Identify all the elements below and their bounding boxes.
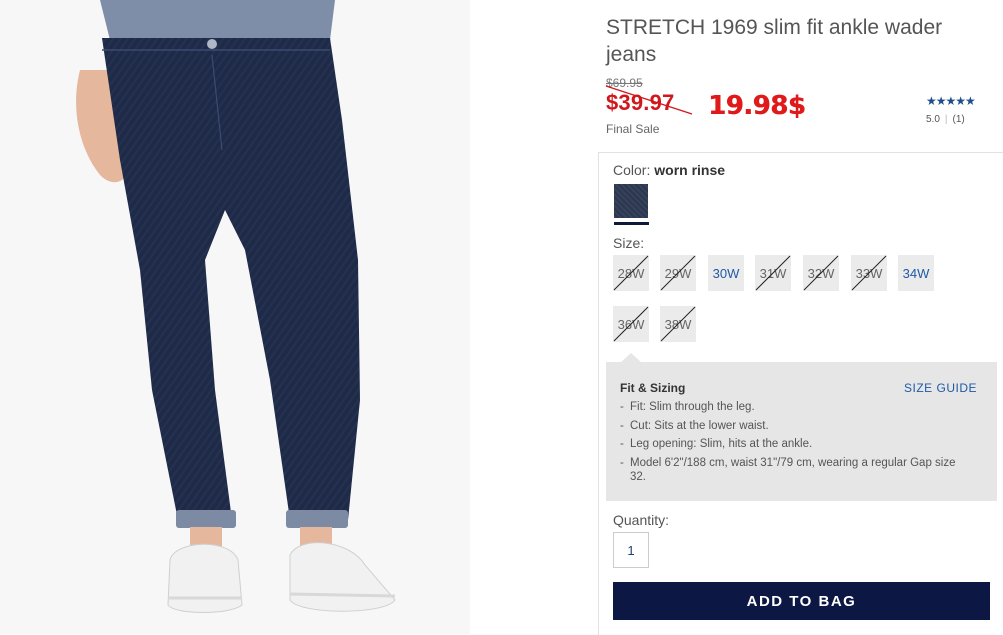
size-option-label: 29W xyxy=(664,265,692,281)
fit-detail-item: Leg opening: Slim, hits at the ankle. xyxy=(620,437,970,451)
fit-detail-item: Fit: Slim through the leg. xyxy=(620,400,970,414)
add-to-bag-button[interactable]: ADD TO BAG xyxy=(613,582,990,620)
handwritten-price: 19.98$ xyxy=(708,91,806,121)
size-label: Size: xyxy=(613,235,645,251)
size-28w-button[interactable]: 28W xyxy=(613,255,649,291)
size-option-label: 33W xyxy=(855,265,883,281)
fit-details-list: Fit: Slim through the leg. Cut: Sits at … xyxy=(620,400,970,488)
size-option-label: 36W xyxy=(617,316,645,332)
star-rating-icon: ★★★★★ xyxy=(926,94,976,108)
final-sale-label: Final Sale xyxy=(606,122,660,136)
rating[interactable]: ★★★★★ 5.0 | (1) xyxy=(926,94,988,125)
size-option-label: 30W xyxy=(712,265,740,281)
size-option-label: 28W xyxy=(617,265,645,281)
sale-price: $39.97 xyxy=(606,90,675,115)
rating-summary: 5.0 | (1) xyxy=(926,114,988,125)
color-label: Color: worn rinse xyxy=(613,162,725,178)
size-option-label: 32W xyxy=(807,265,835,281)
size-34w-button[interactable]: 34W xyxy=(898,255,934,291)
color-label-text: Color: xyxy=(613,162,651,178)
divider: | xyxy=(944,114,948,125)
fit-sizing-title: Fit & Sizing xyxy=(620,381,686,395)
size-31w-button[interactable]: 31W xyxy=(755,255,791,291)
size-option-label: 34W xyxy=(902,265,930,281)
color-swatch-worn-rinse[interactable] xyxy=(614,184,648,218)
review-count[interactable]: (1) xyxy=(953,114,965,125)
product-title: STRETCH 1969 slim fit ankle wader jeans xyxy=(606,16,943,66)
size-option-label: 38W xyxy=(664,316,692,332)
original-price: $69.95 xyxy=(606,76,643,90)
fit-detail-item: Model 6'2"/188 cm, waist 31"/79 cm, wear… xyxy=(620,456,970,484)
size-29w-button[interactable]: 29W xyxy=(660,255,696,291)
size-32w-button[interactable]: 32W xyxy=(803,255,839,291)
size-36w-button[interactable]: 36W xyxy=(613,306,649,342)
product-image[interactable] xyxy=(0,0,470,634)
size-30w-button[interactable]: 30W xyxy=(708,255,744,291)
size-guide-link[interactable]: SIZE GUIDE xyxy=(904,381,977,395)
jeans-illustration xyxy=(76,0,396,613)
quantity-label: Quantity: xyxy=(613,512,670,528)
quantity-input[interactable] xyxy=(613,532,649,568)
rating-value: 5.0 xyxy=(926,114,940,125)
color-value: worn rinse xyxy=(654,162,726,178)
size-33w-button[interactable]: 33W xyxy=(851,255,887,291)
size-option-label: 31W xyxy=(759,265,787,281)
size-38w-button[interactable]: 38W xyxy=(660,306,696,342)
selected-swatch-indicator xyxy=(614,222,649,225)
fit-detail-item: Cut: Sits at the lower waist. xyxy=(620,419,970,433)
